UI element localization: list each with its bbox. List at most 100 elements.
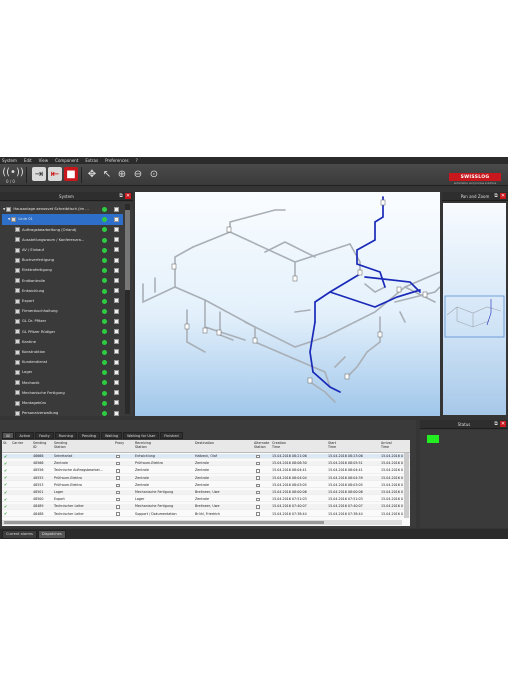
proxy-checkbox[interactable] bbox=[116, 461, 120, 466]
table-row[interactable]: ✔ 48556 Technische Auftragsbearbei... Zentr… bbox=[2, 468, 410, 474]
tree-item[interactable]: Elektrofertigung bbox=[2, 265, 123, 276]
enable-checkbox[interactable] bbox=[114, 298, 119, 304]
enable-checkbox[interactable] bbox=[114, 369, 119, 375]
alternate-station-checkbox[interactable] bbox=[256, 469, 260, 473]
table-row[interactable]: ✔ 48500 Export Lager Zentrale 15.04.2016 07:5… bbox=[2, 497, 410, 503]
menu-system[interactable]: System bbox=[2, 157, 17, 164]
tab-all[interactable]: All bbox=[2, 432, 15, 439]
table-hscrollbar[interactable] bbox=[2, 520, 402, 525]
tree-item[interactable]: Mechanische Fertigung bbox=[2, 388, 123, 399]
enable-checkbox[interactable] bbox=[114, 216, 119, 222]
menu-edit[interactable]: Edit bbox=[24, 157, 32, 164]
tab-waiting-for-user[interactable]: Waiting for User bbox=[123, 432, 160, 439]
proxy-checkbox[interactable] bbox=[116, 476, 120, 480]
table-scrollbar[interactable] bbox=[404, 453, 409, 518]
proxy-checkbox[interactable] bbox=[116, 454, 120, 459]
alternate-station-checkbox[interactable] bbox=[256, 461, 260, 466]
tree-item[interactable]: Mechanik bbox=[2, 377, 123, 388]
proxy-checkbox[interactable] bbox=[116, 505, 120, 509]
enable-checkbox[interactable] bbox=[114, 318, 119, 324]
alternate-station-checkbox[interactable] bbox=[256, 512, 260, 516]
table-row[interactable]: ✔ 48489 Technischer Leiter Mechanische Fert… bbox=[2, 504, 410, 510]
tree-item[interactable]: Auftragsbearbeitung (Orland) bbox=[2, 224, 123, 235]
tree-item[interactable]: Ausstellungsraum / Konferenzra... bbox=[2, 235, 123, 246]
3d-plant-view[interactable] bbox=[135, 192, 440, 416]
proxy-checkbox[interactable] bbox=[116, 469, 120, 473]
enable-checkbox[interactable] bbox=[114, 237, 119, 243]
enable-checkbox[interactable] bbox=[114, 328, 119, 334]
enable-checkbox[interactable] bbox=[114, 349, 119, 355]
col-status[interactable]: St. bbox=[3, 441, 7, 445]
tree-item[interactable]: Lager bbox=[2, 367, 123, 378]
expand-arrow-icon[interactable]: ▼ bbox=[8, 217, 10, 221]
pan-zoom-preview[interactable] bbox=[443, 203, 506, 415]
tree-item[interactable]: Buchverfertigung bbox=[2, 255, 123, 266]
alternate-station-checkbox[interactable] bbox=[256, 483, 260, 488]
zoom-in-icon[interactable]: ⊕ bbox=[115, 167, 129, 181]
tab-running[interactable]: Running bbox=[54, 432, 77, 439]
col-creation-time[interactable]: Creation Time bbox=[272, 441, 292, 449]
float-icon[interactable]: ⧉ bbox=[493, 421, 499, 427]
tab-finished[interactable]: Finished bbox=[160, 432, 183, 439]
proxy-checkbox[interactable] bbox=[116, 512, 120, 516]
col-arrival-time[interactable]: Arrival Time bbox=[381, 441, 397, 449]
export-icon[interactable]: ⇤ bbox=[48, 167, 62, 181]
col-sending-id[interactable]: Sending ID bbox=[33, 441, 47, 449]
menu-help[interactable]: ? bbox=[136, 157, 138, 164]
tree-item[interactable]: Endkontrolle bbox=[2, 275, 123, 286]
proxy-checkbox[interactable] bbox=[116, 483, 120, 488]
enable-checkbox[interactable] bbox=[114, 400, 119, 406]
tab-dispatches[interactable]: Dispatches bbox=[37, 529, 66, 539]
float-icon[interactable]: ⧉ bbox=[493, 193, 499, 199]
enable-checkbox[interactable] bbox=[114, 247, 119, 253]
close-icon[interactable]: ✕ bbox=[125, 193, 131, 199]
enable-checkbox[interactable] bbox=[114, 379, 119, 385]
tree-item[interactable]: ▼ Linie 01 bbox=[2, 214, 123, 225]
tab-active[interactable]: Active bbox=[15, 432, 35, 439]
tree-item[interactable]: Montagebüro bbox=[2, 398, 123, 409]
zoom-fit-icon[interactable]: ⊙ bbox=[147, 167, 161, 181]
tree-item[interactable]: AV / Einkauf bbox=[2, 245, 123, 256]
tree-item[interactable]: Konstruktion bbox=[2, 347, 123, 358]
enable-checkbox[interactable] bbox=[114, 206, 119, 212]
menu-view[interactable]: View bbox=[39, 157, 49, 164]
col-alternate-station[interactable]: Alternate Station bbox=[254, 441, 272, 449]
alternate-station-checkbox[interactable] bbox=[256, 505, 260, 509]
enable-checkbox[interactable] bbox=[114, 339, 119, 345]
enable-checkbox[interactable] bbox=[114, 267, 119, 273]
tree-item[interactable]: Personalverwaltung bbox=[2, 408, 123, 416]
tab-faulty[interactable]: Faulty bbox=[35, 432, 54, 439]
col-proxy[interactable]: Proxy bbox=[115, 441, 124, 445]
zoom-out-icon[interactable]: ⊖ bbox=[131, 167, 145, 181]
close-icon[interactable]: ✕ bbox=[500, 421, 506, 427]
alternate-station-checkbox[interactable] bbox=[256, 497, 260, 502]
table-row[interactable]: ✔ 48566 Zentrale Prüfraum-Elektro Zentrale 15… bbox=[2, 461, 410, 467]
close-icon[interactable]: ✕ bbox=[500, 193, 506, 199]
tree-scrollbar[interactable] bbox=[125, 204, 130, 414]
select-icon[interactable]: ↖ bbox=[100, 167, 114, 181]
system-tree[interactable]: ▼ Hausanlage aenosvet Schreibtisch (im ..… bbox=[2, 204, 123, 416]
tree-item[interactable]: Kundendienst bbox=[2, 357, 123, 368]
enable-checkbox[interactable] bbox=[114, 277, 119, 283]
alternate-station-checkbox[interactable] bbox=[256, 476, 260, 480]
tab-current-alarms[interactable]: Current alarms bbox=[2, 529, 37, 539]
enable-checkbox[interactable] bbox=[114, 288, 119, 294]
col-destination[interactable]: Destination bbox=[195, 441, 214, 445]
col-sending-station[interactable]: Sending Station bbox=[54, 441, 78, 449]
float-icon[interactable]: ⧉ bbox=[118, 193, 124, 199]
col-start-time[interactable]: Start Time bbox=[328, 441, 344, 449]
menu-preferences[interactable]: Preferences bbox=[105, 157, 129, 164]
enable-checkbox[interactable] bbox=[114, 359, 119, 365]
enable-checkbox[interactable] bbox=[114, 308, 119, 314]
stop-icon[interactable]: ■ bbox=[64, 167, 78, 181]
alternate-station-checkbox[interactable] bbox=[256, 490, 260, 495]
enable-checkbox[interactable] bbox=[114, 226, 119, 232]
move-icon[interactable]: ✥ bbox=[85, 167, 99, 181]
table-row[interactable]: ✔ 48666 Sekretariat Entwicklung Halbeck, Ola… bbox=[2, 454, 410, 460]
tree-item[interactable]: Firmenbuchhaltung bbox=[2, 306, 123, 317]
proxy-checkbox[interactable] bbox=[116, 490, 120, 495]
tree-item[interactable]: Kantine bbox=[2, 337, 123, 348]
tab-pending[interactable]: Pending bbox=[78, 432, 100, 439]
col-carrier[interactable]: Carrier bbox=[12, 441, 23, 445]
tab-waiting[interactable]: Waiting bbox=[101, 432, 123, 439]
